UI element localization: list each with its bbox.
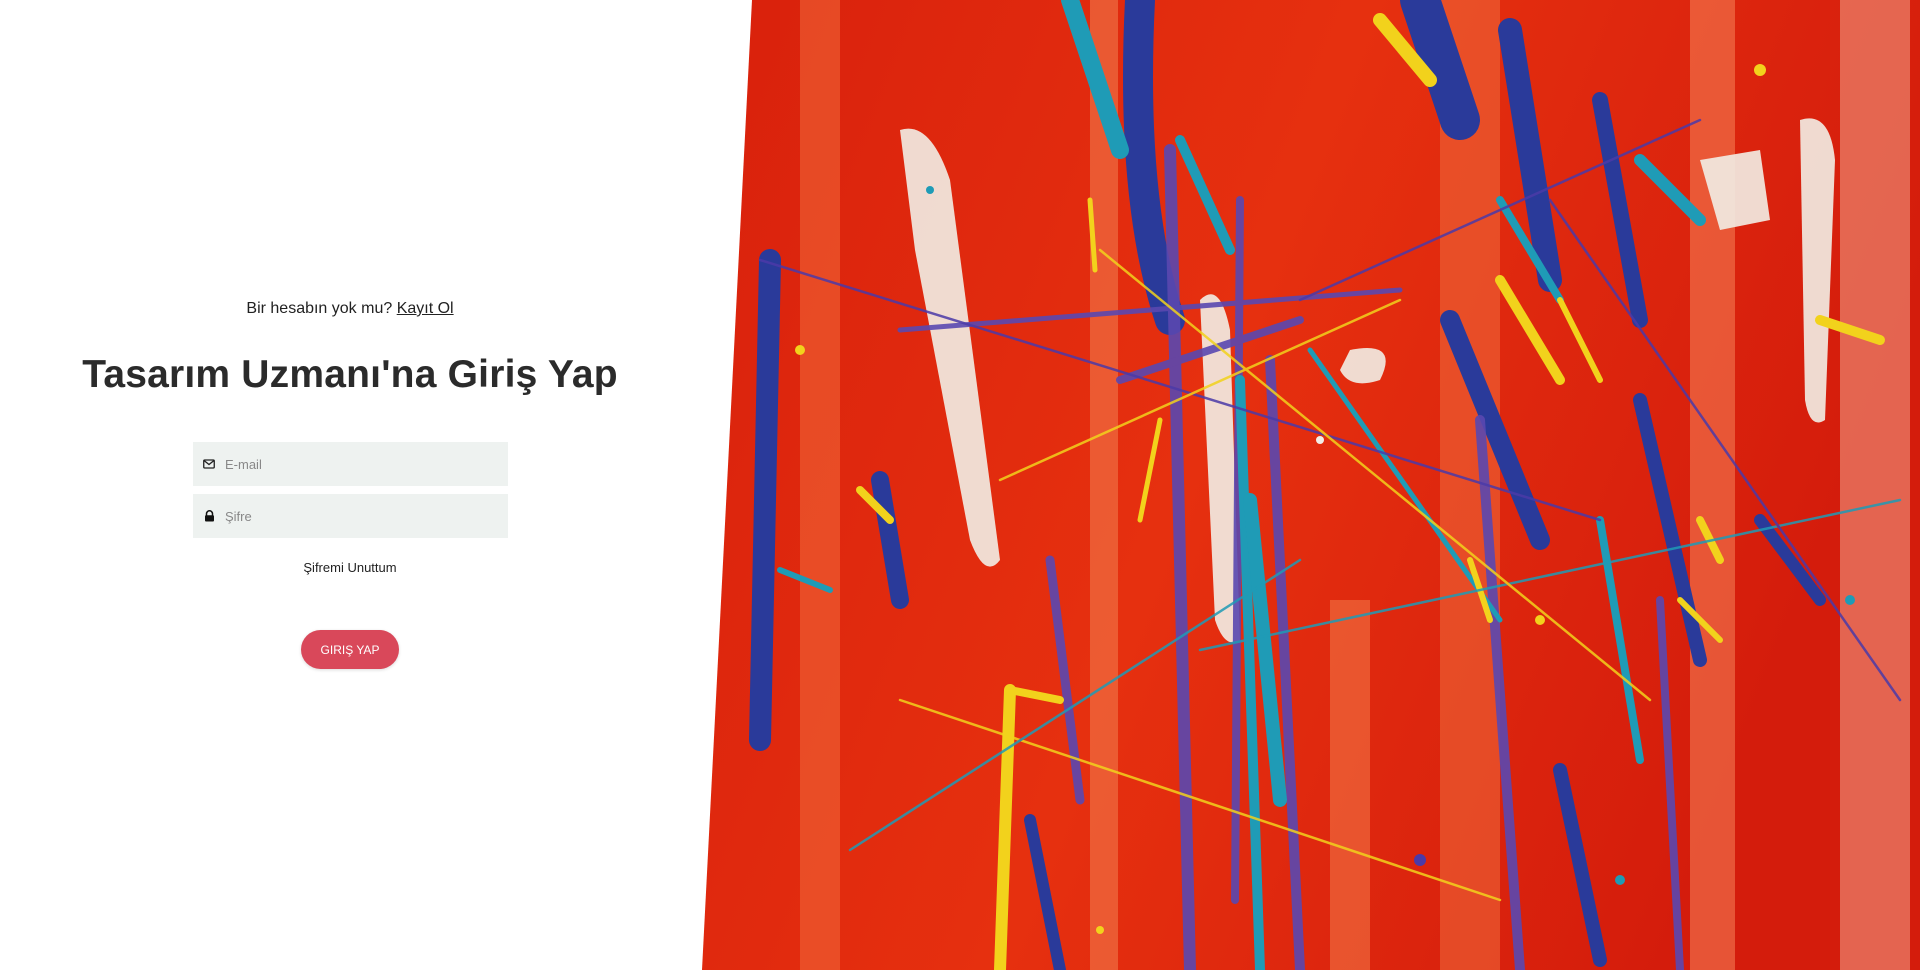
lock-icon (195, 494, 223, 538)
email-field[interactable] (193, 442, 508, 486)
signup-prompt-text: Bir hesabın yok mu? (246, 300, 393, 317)
email-input[interactable] (223, 444, 495, 484)
envelope-icon (195, 442, 223, 486)
password-input[interactable] (223, 496, 495, 536)
page-title: Tasarım Uzmanı'na Giriş Yap (82, 353, 618, 396)
forgot-password-link[interactable]: Şifremi Unuttum (0, 560, 700, 575)
signup-link[interactable]: Kayıt Ol (397, 300, 454, 317)
login-panel: Bir hesabın yok mu? Kayıt Ol Tasarım Uzm… (0, 0, 700, 970)
login-page: Bir hesabın yok mu? Kayıt Ol Tasarım Uzm… (0, 0, 1920, 970)
signup-prompt: Bir hesabın yok mu? Kayıt Ol (0, 300, 700, 318)
login-button[interactable]: GIRIŞ YAP (301, 630, 399, 669)
password-field[interactable] (193, 494, 508, 538)
